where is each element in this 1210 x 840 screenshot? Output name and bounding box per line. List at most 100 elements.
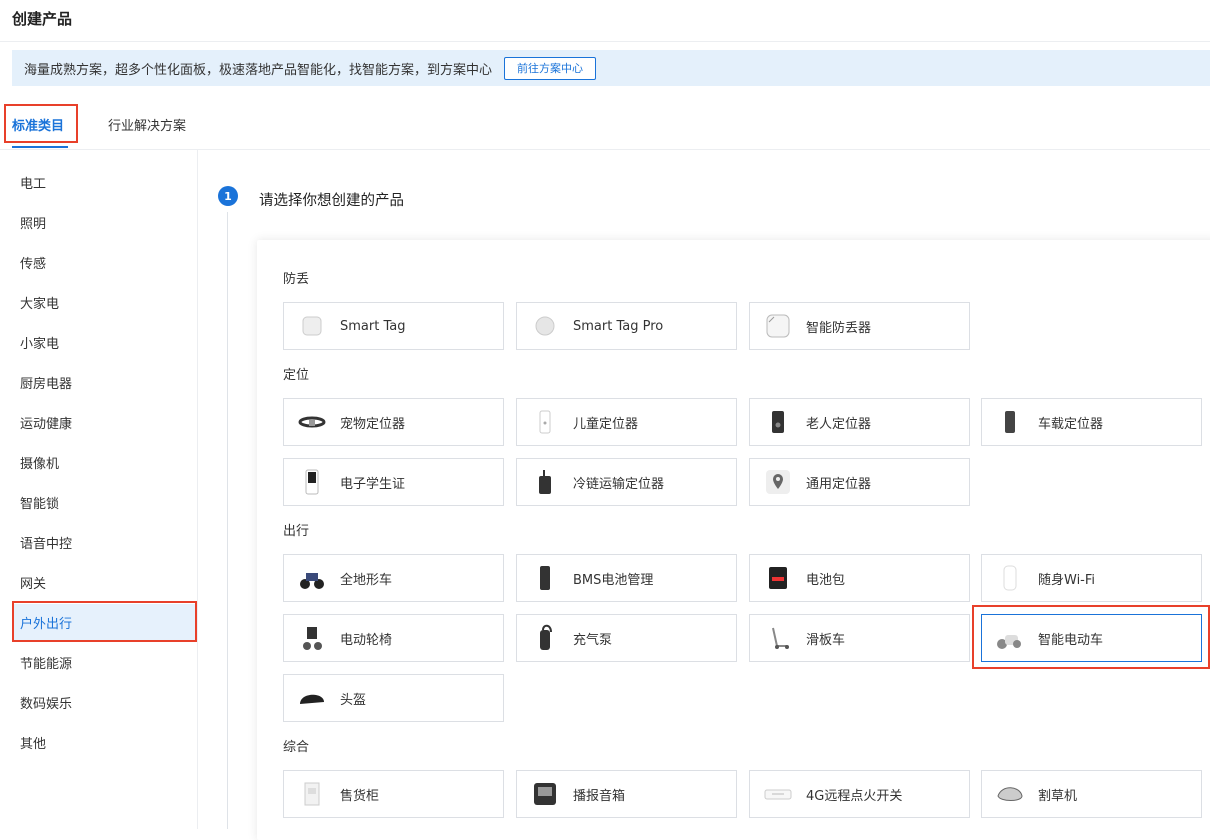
portable-wifi-icon [996,564,1024,592]
product-card[interactable]: Smart Tag Pro [516,302,737,350]
speaker-icon [531,780,559,808]
sidebar-item[interactable]: 厨房电器 [12,364,195,400]
vehicle-tracker-icon [996,408,1024,436]
product-card-label: 滑板车 [806,632,846,648]
sidebar-item[interactable]: 其他 [12,724,195,760]
product-card-label: Smart Tag [340,318,406,334]
product-card[interactable]: 冷链运输定位器 [516,458,737,506]
product-card-label: 全地形车 [340,572,393,588]
product-card-label: 割草机 [1038,788,1078,804]
section-title: 防丢 [283,272,310,287]
sidebar-divider [197,150,198,829]
product-card-label: 电池包 [806,572,846,588]
anti-lost-device-icon [764,312,792,340]
solution-banner: 海量成熟方案，超多个性化面板，极速落地产品智能化，找智能方案，到方案中心 前往方… [12,50,1210,86]
helmet-icon [298,684,326,712]
sidebar-item[interactable]: 摄像机 [12,444,195,480]
sidebar-item[interactable]: 智能锁 [12,484,195,520]
sidebar-item[interactable]: 运动健康 [12,404,195,440]
product-card-label: 充气泵 [573,632,613,648]
product-card-label: 冷链运输定位器 [573,476,665,492]
product-card-label: 电动轮椅 [340,632,393,648]
elder-tracker-icon [764,408,792,436]
product-card[interactable]: 智能防丢器 [749,302,970,350]
product-card[interactable]: 售货柜 [283,770,504,818]
product-card[interactable]: 老人定位器 [749,398,970,446]
section-title: 出行 [283,524,310,539]
scooter-icon [764,624,792,652]
banner-text: 海量成熟方案，超多个性化面板，极速落地产品智能化，找智能方案，到方案中心 [24,62,493,78]
sidebar-item[interactable]: 照明 [12,204,195,240]
section-title: 综合 [283,740,310,755]
product-card[interactable]: 通用定位器 [749,458,970,506]
tag-round-icon [531,312,559,340]
tab-industry-solution[interactable]: 行业解决方案 [108,115,186,134]
section-title: 定位 [283,368,310,383]
product-card[interactable]: 智能电动车 [981,614,1202,662]
product-card[interactable]: BMS电池管理 [516,554,737,602]
air-pump-icon [531,624,559,652]
student-card-icon [298,468,326,496]
product-card-label: 智能防丢器 [806,320,872,336]
product-card[interactable]: Smart Tag [283,302,504,350]
e-bike-icon [996,624,1024,652]
product-card-label: 老人定位器 [806,416,872,432]
product-card-label: 头盔 [340,692,367,708]
sidebar-item[interactable]: 小家电 [12,324,195,360]
product-card-label: 播报音箱 [573,788,626,804]
product-card-label: 电子学生证 [340,476,406,492]
lawn-mower-icon [996,780,1024,808]
product-card-label: Smart Tag Pro [573,318,664,334]
product-card[interactable]: 头盔 [283,674,504,722]
product-card[interactable]: 充气泵 [516,614,737,662]
product-card[interactable]: 电子学生证 [283,458,504,506]
tag-square-icon [298,312,326,340]
sidebar-item[interactable]: 电工 [12,164,195,200]
page-title: 创建产品 [12,10,73,28]
active-tab-indicator [12,146,68,148]
sidebar-item[interactable]: 户外出行 [12,604,195,640]
product-card[interactable]: 全地形车 [283,554,504,602]
sidebar-item[interactable]: 节能能源 [12,644,195,680]
tab-standard-category[interactable]: 标准类目 [12,115,64,134]
product-card-label: BMS电池管理 [573,572,654,588]
product-card-label: 4G远程点火开关 [806,788,903,804]
sidebar-item[interactable]: 网关 [12,564,195,600]
atv-icon [298,564,326,592]
ignition-switch-icon [764,780,792,808]
cold-chain-tracker-icon [531,468,559,496]
step-number-badge: 1 [218,186,238,206]
product-card[interactable]: 4G远程点火开关 [749,770,970,818]
vending-cabinet-icon [298,780,326,808]
pet-collar-icon [298,408,326,436]
product-card[interactable]: 播报音箱 [516,770,737,818]
product-card[interactable]: 宠物定位器 [283,398,504,446]
product-card-label: 智能电动车 [1038,632,1104,648]
product-card-label: 宠物定位器 [340,416,406,432]
product-card[interactable]: 电池包 [749,554,970,602]
sidebar-item[interactable]: 大家电 [12,284,195,320]
wheelchair-icon [298,624,326,652]
product-card-label: 售货柜 [340,788,380,804]
step-connector-line [227,212,228,829]
tabs-divider [0,149,1210,150]
sidebar-item[interactable]: 传感 [12,244,195,280]
child-tracker-icon [531,408,559,436]
location-pin-icon [764,468,792,496]
product-card[interactable]: 电动轮椅 [283,614,504,662]
product-card-label: 随身Wi-Fi [1038,572,1096,588]
product-card[interactable]: 随身Wi-Fi [981,554,1202,602]
product-card[interactable]: 割草机 [981,770,1202,818]
product-card[interactable]: 滑板车 [749,614,970,662]
product-card-label: 车载定位器 [1038,416,1104,432]
title-divider [0,41,1210,42]
sidebar-item[interactable]: 数码娱乐 [12,684,195,720]
go-to-solution-center-button[interactable]: 前往方案中心 [504,56,597,80]
step-title: 请选择你想创建的产品 [259,193,404,209]
product-card[interactable]: 车载定位器 [981,398,1202,446]
sidebar-item[interactable]: 语音中控 [12,524,195,560]
bms-battery-icon [531,564,559,592]
product-card[interactable]: 儿童定位器 [516,398,737,446]
product-card-label: 儿童定位器 [573,416,639,432]
product-card-label: 通用定位器 [806,476,872,492]
